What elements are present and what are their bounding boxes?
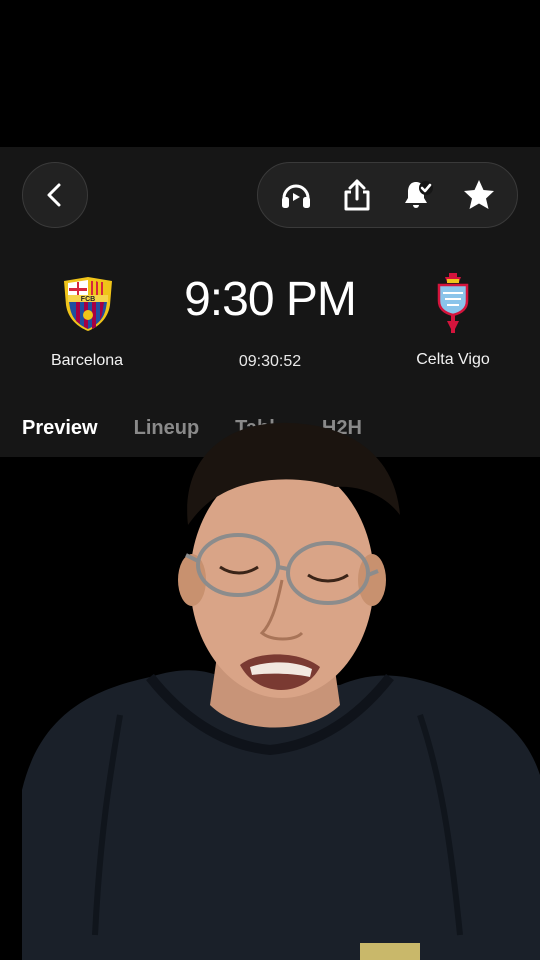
match-header-panel: FCB Barcelona 9:30 PM 09:30:52 Celta Vig… xyxy=(0,147,540,457)
celta-vigo-crest[interactable] xyxy=(425,271,481,335)
crest-lettering: FCB xyxy=(81,296,95,303)
back-button[interactable] xyxy=(22,162,88,228)
headphones-icon xyxy=(282,184,311,208)
share-button[interactable] xyxy=(333,171,381,219)
countdown-timer: 09:30:52 xyxy=(238,353,302,370)
bell-check-icon xyxy=(404,181,433,208)
chevron-left-icon xyxy=(47,183,61,207)
notifications-button[interactable] xyxy=(394,171,442,219)
kickoff-time: 9:30 PM xyxy=(184,273,357,326)
away-team-name[interactable]: Celta Vigo xyxy=(383,351,523,369)
share-icon xyxy=(344,179,370,211)
barcelona-crest[interactable]: FCB xyxy=(60,275,116,333)
action-toolbar xyxy=(257,162,518,228)
favorite-button[interactable] xyxy=(455,171,503,219)
presenter-video-overlay xyxy=(22,422,540,960)
star-icon xyxy=(463,180,494,209)
listen-button[interactable] xyxy=(272,171,320,219)
home-team-name[interactable]: Barcelona xyxy=(17,352,157,370)
